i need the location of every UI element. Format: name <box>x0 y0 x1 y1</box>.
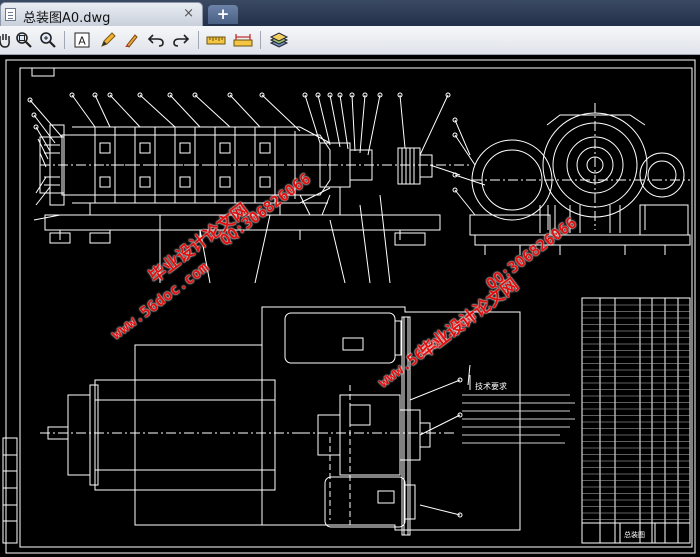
tab-title: 总装图A0.dwg <box>23 11 111 26</box>
measure-ruler-icon[interactable] <box>205 29 227 51</box>
toolbar-separator <box>260 31 261 49</box>
redo-icon[interactable] <box>170 29 192 51</box>
layers-icon[interactable] <box>268 29 290 51</box>
svg-text:A: A <box>78 35 86 48</box>
bom-table <box>581 297 691 544</box>
close-icon[interactable]: × <box>183 6 194 21</box>
notes-title: 技术要求 <box>475 381 507 391</box>
cad-drawing: 技术要求 总装图 <box>2 59 696 554</box>
document-icon <box>5 8 16 21</box>
bom-title: 总装图 <box>624 530 645 539</box>
zoom-extents-icon[interactable] <box>37 29 59 51</box>
toolbar-separator <box>198 31 199 49</box>
new-tab-button[interactable]: + <box>208 5 238 24</box>
tab-document[interactable]: 总装图A0.dwg × <box>0 2 203 26</box>
undo-icon[interactable] <box>145 29 167 51</box>
text-icon[interactable]: A <box>71 29 93 51</box>
zoom-window-icon[interactable] <box>13 29 35 51</box>
pencil-icon[interactable] <box>97 29 119 51</box>
drawing-canvas[interactable]: 技术要求 总装图 毕业设计论文网 QQ:306826066 www.56doc.… <box>0 55 700 557</box>
tab-bar: 总装图A0.dwg × + <box>0 0 700 26</box>
toolbar: A <box>0 26 700 55</box>
front-view <box>27 92 470 284</box>
technical-notes <box>462 394 575 444</box>
toolbar-separator <box>64 31 65 49</box>
measure-area-icon[interactable] <box>232 29 254 51</box>
brush-icon[interactable] <box>121 29 143 51</box>
